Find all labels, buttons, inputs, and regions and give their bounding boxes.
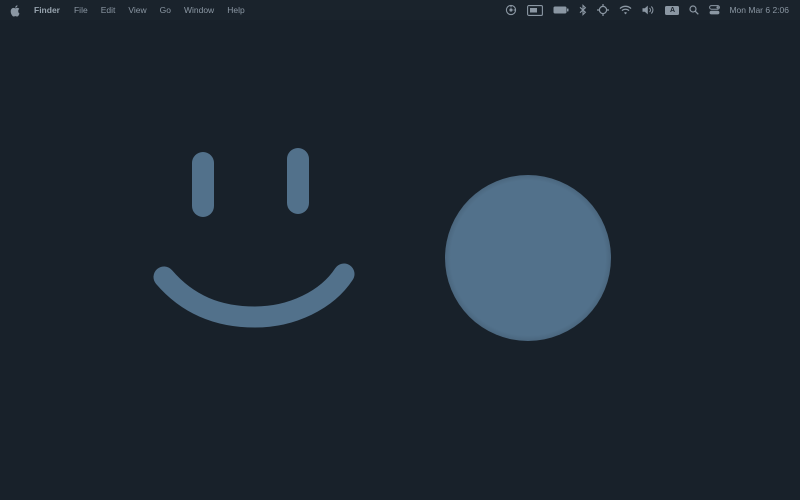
menu-bar: Finder File Edit View Go Window Help A M… [0,0,800,20]
search-icon[interactable] [689,0,700,20]
smiley-mouth [153,263,355,328]
display-mirroring-icon[interactable] [527,0,544,20]
input-source-icon[interactable]: A [665,0,680,20]
apple-logo-icon[interactable] [10,3,22,17]
menu-window[interactable]: Window [184,5,214,15]
focus-crosshair-icon[interactable] [597,0,610,20]
app-name-menu[interactable]: Finder [34,5,60,15]
menu-bar-clock[interactable]: Mon Mar 6 2:06 [729,5,789,15]
desktop[interactable] [0,20,800,500]
menu-go[interactable]: Go [160,5,171,15]
menu-file[interactable]: File [74,5,88,15]
menu-bar-status-area: A Mon Mar 6 2:06 [495,0,800,20]
control-center-icon[interactable] [709,0,721,20]
wifi-icon[interactable] [619,0,632,20]
screen-sharing-icon[interactable] [505,0,517,20]
battery-icon[interactable] [553,0,569,20]
input-source-label: A [665,5,680,15]
volume-icon[interactable] [642,0,655,20]
menu-view[interactable]: View [128,5,146,15]
menu-help[interactable]: Help [227,5,244,15]
smiley-face-drawing [153,148,355,328]
menu-edit[interactable]: Edit [101,5,116,15]
menu-bar-left: Finder File Edit View Go Window Help [0,0,258,20]
blurred-circle-blob [445,175,611,341]
bluetooth-icon[interactable] [579,0,587,20]
